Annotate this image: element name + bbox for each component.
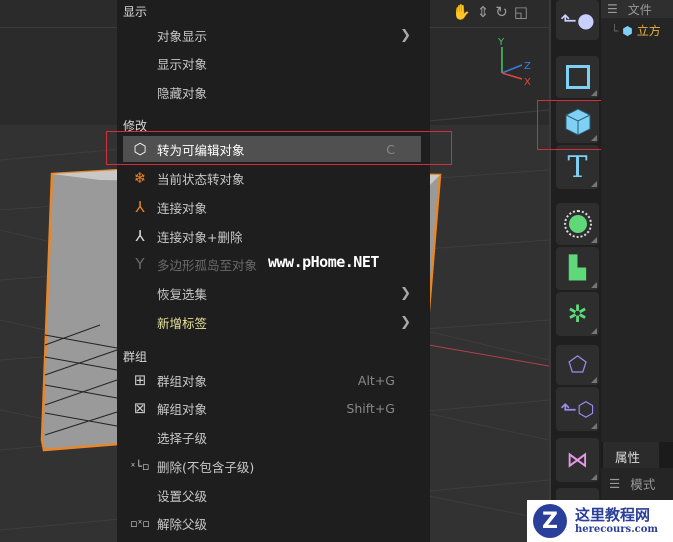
axis-gizmo: Y Z X: [497, 37, 531, 88]
mode-menu[interactable]: 模式: [630, 474, 655, 493]
menu-item-label: 设置父级: [157, 488, 208, 504]
null-object-button[interactable]: ⬑●: [556, 0, 599, 40]
tree-item-label: 立方: [636, 24, 661, 38]
hamburger-menu-icon[interactable]: ☰: [601, 2, 628, 16]
shortcut: Shift+G: [346, 400, 395, 416]
generator-button[interactable]: [556, 203, 599, 245]
text-t-icon: T: [567, 149, 588, 185]
purple-coordinate-cube-icon: ⬑⬡: [560, 397, 595, 421]
object-manager-panel: ☰ 文件 └ ⬢ 立方 属性 ☰ 模式: [601, 0, 673, 542]
pink-bowtie-icon: ⋈: [566, 447, 589, 473]
logo-url: herecours.com: [575, 523, 659, 535]
menu-item-set-parent[interactable]: 设置父级: [123, 482, 421, 508]
highlight-box: [106, 131, 452, 165]
ungroup-icon: ⊠: [133, 399, 147, 417]
snowflake-icon: ❄: [133, 169, 147, 187]
spline-rect-button[interactable]: [556, 56, 599, 98]
menu-item-label: 新增标签: [157, 315, 208, 331]
delete-without-children-icon: ˣ└▫: [130, 459, 150, 473]
menu-item-label: 选择子级: [157, 430, 208, 446]
move-icon[interactable]: ⇕: [477, 3, 490, 21]
menu-item-label: 连接对象: [157, 200, 208, 216]
menu-item-ungroup-objects[interactable]: ⊠ 解组对象 Shift+G: [123, 395, 421, 421]
text-button[interactable]: T: [556, 145, 599, 189]
effector-button[interactable]: ✲: [556, 292, 599, 336]
tree-item-cube[interactable]: └ ⬢ 立方: [611, 22, 661, 39]
attribute-tabs: 属性: [601, 442, 673, 468]
menu-item-select-children[interactable]: 选择子级: [123, 424, 421, 450]
menu-item-label: 连接对象+删除: [157, 229, 243, 245]
tab-attributes[interactable]: 属性: [603, 442, 659, 468]
menu-item-label: 恢复选集: [157, 286, 208, 302]
connect-icon: ⅄: [135, 198, 145, 216]
menu-item-restore-selection[interactable]: 恢复选集 ❯: [123, 280, 421, 306]
green-cubes-icon: ▙: [569, 256, 586, 281]
rotate-icon[interactable]: ↻: [495, 3, 508, 21]
menu-item-label: 删除(不包含子级): [157, 459, 255, 475]
menu-item-show-object[interactable]: 显示对象: [123, 50, 421, 76]
section-display: 显示: [123, 5, 148, 19]
maximize-view-icon[interactable]: ◱: [514, 3, 528, 21]
bend-deformer-icon: ⬠: [567, 352, 588, 378]
hamburger-menu-icon[interactable]: ☰: [609, 476, 620, 491]
viewport-nav-icons: ✋ ⇕ ↻ ◱: [452, 3, 528, 21]
menu-item-add-tag[interactable]: 新增标签 ❯: [123, 309, 421, 335]
axis-x-label: X: [524, 77, 531, 88]
menu-item-label: 群组对象: [157, 373, 208, 389]
menu-item-label: 隐藏对象: [157, 85, 208, 101]
menu-item-label: 显示对象: [157, 56, 208, 72]
deformer-button[interactable]: ⬠: [556, 345, 599, 385]
polygon-island-icon: Y: [135, 255, 145, 273]
watermark: www.pHome.NET: [268, 253, 379, 271]
context-menu: 显示 对象显示 ❯ 显示对象 隐藏对象 修改 ⬡ 转为可编辑对象 C ❄ 当前状态转对象…: [117, 0, 430, 542]
pan-hand-icon[interactable]: ✋: [452, 3, 471, 21]
menu-item-connect-delete[interactable]: ⅄ 连接对象+删除: [123, 223, 421, 249]
menu-item-unparent[interactable]: ▫ˣ▫ 解除父级: [123, 510, 421, 536]
file-menu[interactable]: 文件: [628, 1, 652, 18]
cloner-button[interactable]: ▙: [556, 247, 599, 290]
panel-header: ☰ 文件: [601, 0, 673, 18]
menu-item-label: 解除父级: [157, 516, 208, 532]
chevron-right-icon: ❯: [400, 27, 411, 43]
field-button[interactable]: ⬑⬡: [556, 387, 599, 431]
menu-item-current-state-to-object[interactable]: ❄ 当前状态转对象: [123, 165, 421, 191]
green-gear-icon: ✲: [567, 300, 588, 328]
menu-item-object-display[interactable]: 对象显示 ❯: [123, 22, 421, 48]
shortcut: Alt+G: [357, 372, 395, 388]
menu-item-label: 解组对象: [157, 401, 208, 417]
chevron-right-icon: ❯: [400, 285, 411, 301]
object-toolbar: ⬑● T ▙ ✲ ⬠ ⬑⬡ ⋈: [549, 0, 601, 542]
logo-title: 这里教程网: [575, 506, 651, 525]
coordinate-icon: ⬑●: [560, 8, 595, 32]
axis-y-label: Y: [497, 37, 505, 48]
menu-item-group-objects[interactable]: ⊞ 群组对象 Alt+G: [123, 367, 421, 393]
section-group: 群组: [123, 350, 148, 364]
green-sphere-select-icon: [563, 210, 592, 238]
chevron-right-icon: ❯: [400, 314, 411, 330]
menu-item-connect-objects[interactable]: ⅄ 连接对象: [123, 194, 421, 220]
site-logo: Z 这里教程网 herecours.com: [527, 500, 673, 542]
square-icon: [565, 65, 590, 89]
menu-item-label: 当前状态转对象: [157, 171, 245, 187]
cube-icon: ⬢: [622, 23, 633, 38]
logo-z-icon: Z: [533, 504, 567, 538]
menu-item-label: 对象显示: [157, 28, 208, 44]
attribute-toolbar: ☰ 模式: [601, 470, 673, 496]
axis-z-label: Z: [524, 61, 531, 72]
group-icon: ⊞: [133, 371, 147, 389]
menu-item-hide-object[interactable]: 隐藏对象: [123, 79, 421, 105]
connect-delete-icon: ⅄: [135, 227, 145, 245]
menu-item-delete-without-children[interactable]: ˣ└▫ 删除(不包含子级): [123, 453, 421, 479]
scene-button[interactable]: ⋈: [556, 438, 599, 482]
unparent-icon: ▫ˣ▫: [130, 516, 150, 530]
